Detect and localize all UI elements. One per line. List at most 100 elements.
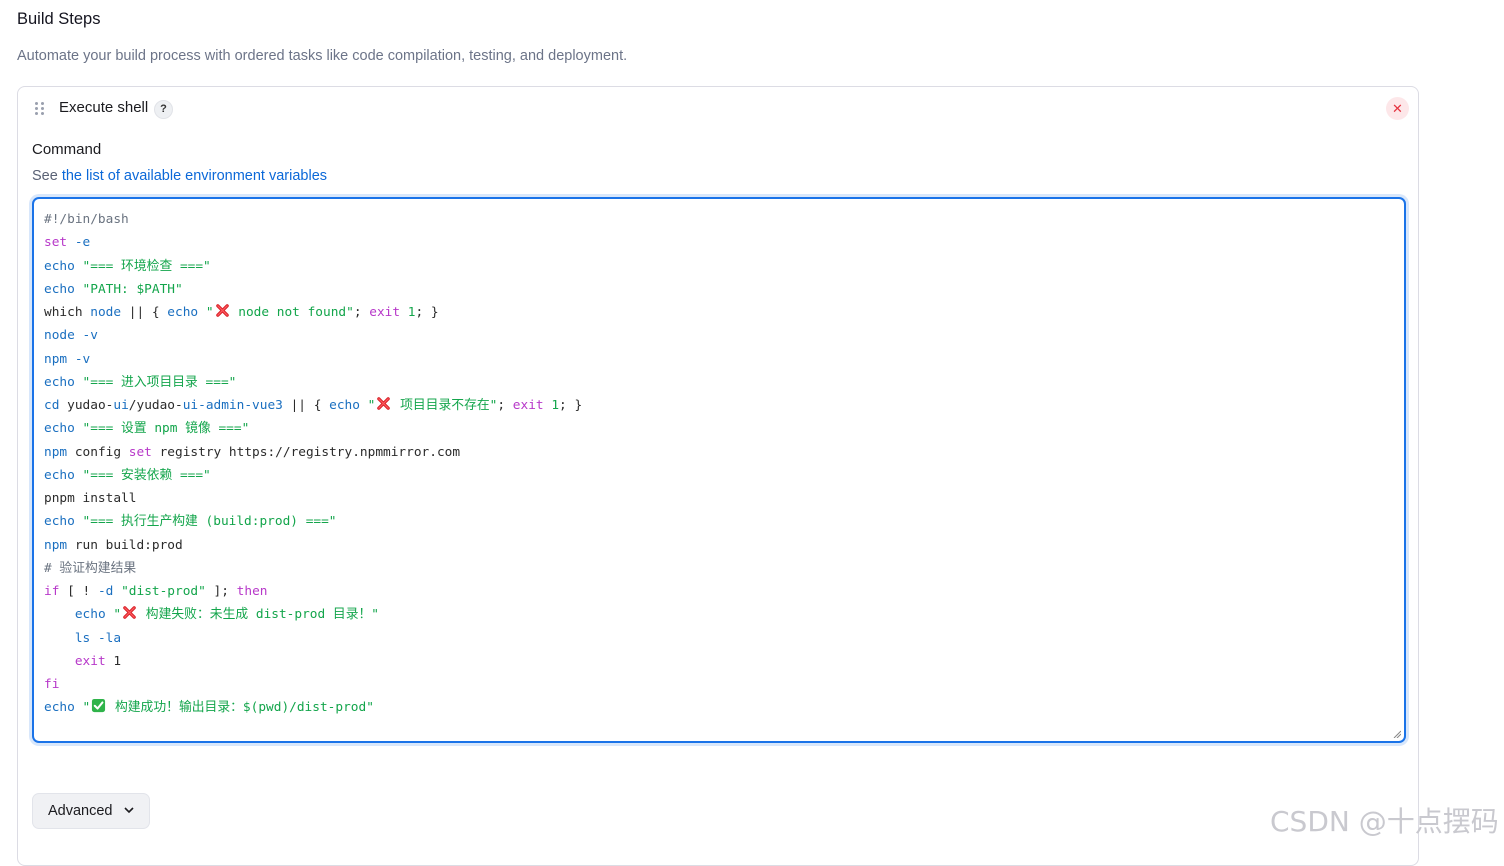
delete-step-button[interactable]: ✕	[1386, 97, 1409, 120]
build-step-card: Execute shell ? ✕ Command See the list o…	[17, 86, 1419, 866]
code-token: run build:prod	[67, 537, 183, 553]
code-line: which node || { echo " node not found" ; …	[44, 301, 582, 324]
code-token: || {	[282, 398, 330, 413]
check-mark-icon	[92, 699, 106, 713]
env-vars-prefix: See	[32, 168, 62, 184]
code-line: set -e	[44, 231, 582, 254]
code-token: echo	[44, 281, 75, 297]
code-line: echo "=== 安装依赖 ==="	[44, 464, 582, 487]
code-token: -d	[97, 584, 114, 599]
code-token: 1	[105, 653, 122, 669]
code-token: registry https://registry.npmmirror.com	[151, 444, 461, 460]
section-description: Automate your build process with ordered…	[17, 48, 628, 64]
code-token: ui	[113, 398, 129, 413]
code-token: ; }	[559, 398, 583, 413]
code-token: ];	[205, 584, 237, 599]
code-token: if	[44, 584, 60, 599]
code-token: ui-admin-vue3	[182, 398, 283, 413]
command-textarea[interactable]: #!/bin/bash set -e echo "=== 环境检查 ===" echo…	[32, 197, 1406, 743]
code-token: 构建失败：未生成 dist-prod 目录！"	[138, 607, 380, 623]
code-token: echo	[44, 467, 75, 483]
code-token: exit	[369, 305, 401, 320]
code-line: npm config set registry https://registry…	[44, 441, 582, 464]
code-line: echo " 构建成功！输出目录：$(pwd)/dist-prod"	[44, 696, 582, 719]
code-token: pnpm install	[44, 491, 137, 506]
code-line: echo " 构建失败：未生成 dist-prod 目录！"	[44, 603, 582, 626]
code-token: "=== 进入项目目录 ==="	[74, 374, 237, 390]
cross-mark-icon	[123, 606, 136, 620]
code-token: node -v	[44, 328, 98, 344]
code-line: ls -la	[44, 627, 582, 650]
code-line: if [ ! -d "dist-prod" ]; then	[44, 580, 582, 603]
code-token: echo	[74, 607, 106, 623]
cross-mark-icon	[215, 304, 229, 317]
code-token: echo	[167, 305, 199, 320]
code-token: which	[44, 305, 91, 320]
code-token: echo	[329, 398, 360, 413]
code-token: [ !	[59, 584, 98, 599]
code-token: then	[236, 584, 268, 599]
code-token: /yudao-	[128, 398, 183, 413]
code-token: ls -la	[74, 630, 122, 646]
command-code[interactable]: #!/bin/bash set -e echo "=== 环境检查 ===" echo…	[44, 208, 582, 720]
code-token: "	[359, 398, 376, 413]
code-token: set	[44, 235, 68, 251]
code-token: npm	[44, 444, 68, 460]
code-line: node -v	[44, 324, 582, 347]
code-line: echo "=== 环境检查 ==="	[44, 255, 582, 278]
watermark: CSDN @十点摆码	[1270, 805, 1499, 838]
code-token: yudao-	[59, 398, 114, 413]
code-token: || {	[121, 305, 168, 320]
code-token: #!/bin/bash	[44, 212, 129, 227]
code-token: node	[90, 305, 122, 320]
code-token: cd	[44, 398, 60, 413]
code-token: "PATH: $PATH"	[74, 281, 183, 297]
code-token: 1	[543, 398, 560, 413]
code-token: "=== 安装依赖 ==="	[74, 467, 211, 483]
code-line: echo "PATH: $PATH"	[44, 278, 582, 301]
resize-grip-icon[interactable]	[1393, 730, 1401, 738]
help-icon[interactable]: ?	[154, 100, 173, 119]
cross-mark-icon	[377, 397, 391, 410]
code-line: pnpm install	[44, 487, 582, 510]
code-token: echo	[44, 700, 75, 716]
advanced-label: Advanced	[48, 803, 113, 819]
code-token: exit	[512, 398, 544, 413]
code-line: # 验证构建结果	[44, 557, 582, 580]
code-token: 构建成功！输出目录：$(pwd)/dist-prod"	[107, 700, 374, 716]
code-token: "=== 环境检查 ==="	[74, 258, 211, 274]
code-token: exit	[74, 653, 106, 669]
chevron-down-icon	[124, 807, 134, 814]
code-token: echo	[44, 258, 75, 274]
code-token: echo	[44, 514, 75, 530]
code-token: 项目目录不存在"	[392, 398, 498, 413]
code-line: echo "=== 执行生产构建 (build:prod) ==="	[44, 510, 582, 533]
drag-handle-icon[interactable]	[35, 102, 45, 116]
code-token: config	[67, 444, 129, 460]
code-token: set	[128, 444, 152, 460]
code-line: echo "=== 设置 npm 镜像 ==="	[44, 417, 582, 440]
code-token: "	[105, 607, 122, 623]
code-line: fi	[44, 673, 582, 696]
code-token: "	[74, 700, 91, 716]
env-vars-link[interactable]: the list of available environment variab…	[62, 168, 327, 184]
code-token: ;	[497, 398, 513, 413]
code-token: node not found"	[230, 305, 354, 320]
code-line: exit 1	[44, 650, 582, 673]
code-token: ;	[353, 305, 370, 320]
code-token: echo	[44, 421, 75, 437]
code-token: npm -v	[44, 351, 91, 367]
code-line: npm run build:prod	[44, 534, 582, 557]
code-token: fi	[44, 677, 60, 692]
code-token: "dist-prod"	[113, 584, 206, 599]
code-token: -e	[67, 235, 91, 251]
code-token: "=== 设置 npm 镜像 ==="	[74, 421, 250, 437]
section-title: Build Steps	[17, 10, 101, 28]
code-token: "	[198, 305, 214, 320]
code-token: echo	[44, 374, 75, 390]
advanced-button[interactable]: Advanced	[32, 793, 150, 829]
code-token: # 验证构建结果	[44, 560, 137, 576]
